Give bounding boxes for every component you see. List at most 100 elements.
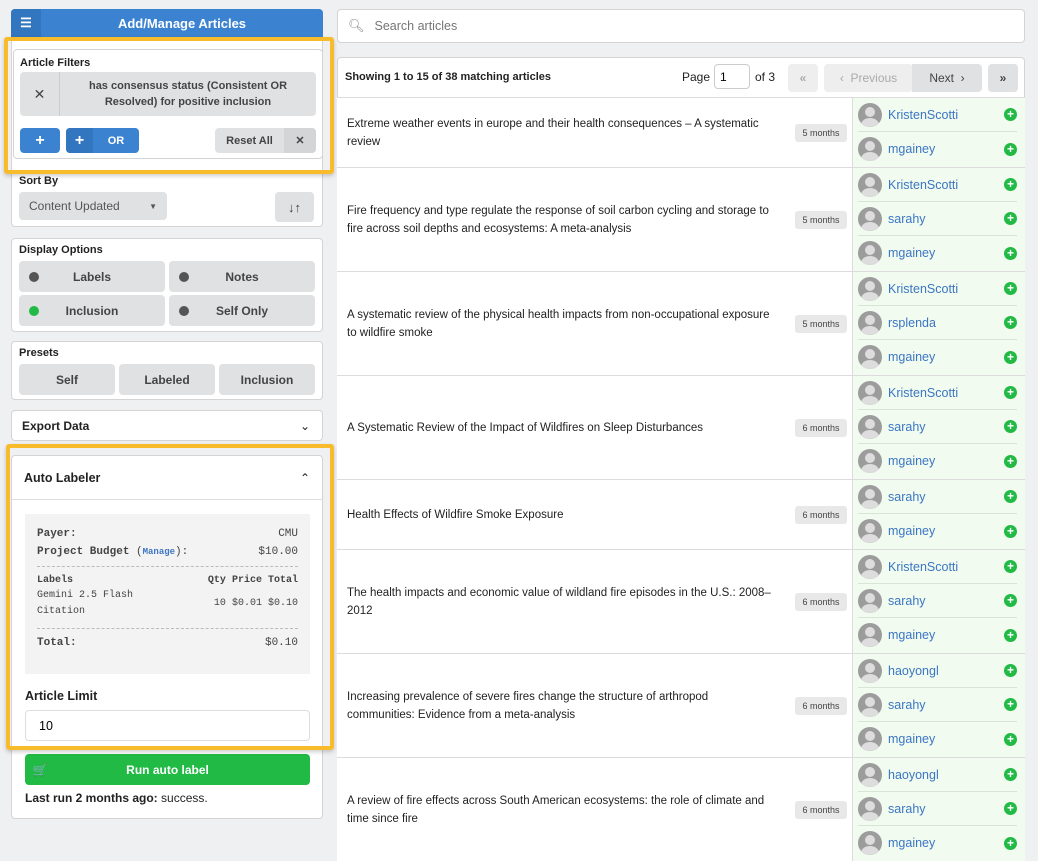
toggle-label: Self Only [215, 303, 268, 318]
plus-circle-icon[interactable]: + [1004, 246, 1017, 260]
user-link[interactable]: KristenScotti [888, 108, 1004, 122]
toggle-label: Notes [225, 269, 259, 284]
user-link[interactable]: mgainey [888, 350, 1004, 364]
user-label-entry: mgainey + [858, 826, 1017, 860]
age-badge: 6 months [795, 506, 847, 524]
plus-circle-icon[interactable]: + [1004, 282, 1017, 295]
article-row[interactable]: Fire frequency and type regulate the res… [337, 167, 1025, 271]
user-link[interactable]: sarahy [888, 420, 1004, 434]
article-title[interactable]: A Systematic Review of the Impact of Wil… [347, 419, 777, 437]
user-link[interactable]: mgainey [888, 142, 1004, 156]
plus-circle-icon[interactable]: + [1004, 768, 1017, 781]
plus-circle-icon[interactable]: + [1004, 628, 1017, 642]
article-title[interactable]: Extreme weather events in europe and the… [347, 115, 777, 151]
search-input[interactable] [374, 19, 1024, 33]
article-row[interactable]: Increasing prevalence of severe fires ch… [337, 653, 1025, 757]
plus-circle-icon[interactable]: + [1004, 732, 1017, 746]
plus-circle-icon[interactable]: + [1004, 802, 1017, 815]
user-link[interactable]: haoyongl [888, 768, 1004, 782]
plus-circle-icon[interactable]: + [1004, 490, 1017, 503]
user-label-entry: sarahy + [858, 688, 1017, 722]
avatar [858, 796, 882, 821]
plus-circle-icon[interactable]: + [1004, 560, 1017, 573]
user-link[interactable]: KristenScotti [888, 178, 1004, 192]
user-label-entry: mgainey + [858, 514, 1017, 548]
user-link[interactable]: sarahy [888, 490, 1004, 504]
user-link[interactable]: KristenScotti [888, 386, 1004, 400]
page-input[interactable] [714, 64, 750, 89]
next-button[interactable]: Next › [912, 64, 982, 92]
plus-circle-icon[interactable]: + [1004, 142, 1017, 156]
plus-circle-icon[interactable]: + [1004, 594, 1017, 607]
toggle-self-only[interactable]: Self Only [169, 295, 315, 326]
plus-circle-icon[interactable]: + [1004, 524, 1017, 538]
search-box[interactable]: 🔍︎ [337, 9, 1025, 43]
article-title[interactable]: A systematic review of the physical heal… [347, 306, 777, 342]
preset-labeled[interactable]: Labeled [119, 364, 215, 395]
user-label-entry: KristenScotti + [858, 550, 1017, 584]
article-row[interactable]: Health Effects of Wildfire Smoke Exposur… [337, 479, 1025, 549]
plus-circle-icon[interactable]: + [1004, 178, 1017, 191]
user-link[interactable]: mgainey [888, 524, 1004, 538]
preset-self[interactable]: Self [19, 364, 115, 395]
article-title[interactable]: Fire frequency and type regulate the res… [347, 202, 777, 238]
user-label-entry: mgainey + [858, 722, 1017, 756]
article-row[interactable]: Extreme weather events in europe and the… [337, 97, 1025, 167]
plus-circle-icon[interactable]: + [1004, 350, 1017, 364]
user-link[interactable]: sarahy [888, 212, 1004, 226]
run-auto-label-button[interactable]: 🛒 Run auto label [25, 754, 310, 785]
article-row[interactable]: The health impacts and economic value of… [337, 549, 1025, 653]
user-link[interactable]: mgainey [888, 246, 1004, 260]
user-link[interactable]: sarahy [888, 594, 1004, 608]
user-link[interactable]: haoyongl [888, 664, 1004, 678]
user-link[interactable]: mgainey [888, 836, 1004, 850]
toggle-notes[interactable]: Notes [169, 261, 315, 292]
chevron-down-icon: ⌄ [299, 418, 310, 433]
article-row[interactable]: A systematic review of the physical heal… [337, 271, 1025, 375]
caret-down-icon: ▼ [149, 201, 157, 211]
plus-circle-icon[interactable]: + [1004, 212, 1017, 225]
plus-circle-icon[interactable]: + [1004, 108, 1017, 121]
user-label-entry: mgainey + [858, 444, 1017, 478]
user-link[interactable]: sarahy [888, 698, 1004, 712]
last-run-status: success. [161, 791, 208, 805]
page-label: Page [682, 70, 711, 84]
toggle-labels[interactable]: Labels [19, 261, 165, 292]
user-link[interactable]: KristenScotti [888, 560, 1004, 574]
user-link[interactable]: mgainey [888, 454, 1004, 468]
user-label-entry: sarahy + [858, 202, 1017, 236]
export-data-accordion[interactable]: Export Data ⌄ [11, 410, 323, 441]
sort-direction-button[interactable]: ↓↑ [275, 192, 314, 222]
user-link[interactable]: rsplenda [888, 316, 1004, 330]
article-title[interactable]: Increasing prevalence of severe fires ch… [347, 688, 777, 724]
user-link[interactable]: mgainey [888, 628, 1004, 642]
list-icon[interactable]: ☰ [11, 9, 41, 37]
export-label: Export Data [22, 418, 90, 433]
user-link[interactable]: sarahy [888, 802, 1004, 816]
plus-circle-icon[interactable]: + [1004, 664, 1017, 677]
plus-circle-icon[interactable]: + [1004, 316, 1017, 329]
article-title[interactable]: A review of fire effects across South Am… [347, 792, 777, 828]
previous-button[interactable]: ‹ Previous [824, 64, 913, 92]
user-label-entry: haoyongl + [858, 654, 1017, 688]
article-title[interactable]: The health impacts and economic value of… [347, 584, 777, 620]
user-label-entry: KristenScotti + [858, 98, 1017, 132]
article-row[interactable]: A review of fire effects across South Am… [337, 757, 1025, 861]
next-label: Next [929, 71, 954, 85]
sort-select[interactable]: Content Updated ▼ [19, 192, 167, 220]
plus-circle-icon[interactable]: + [1004, 386, 1017, 399]
first-page-button[interactable]: « [788, 64, 818, 92]
article-row[interactable]: A Systematic Review of the Impact of Wil… [337, 375, 1025, 479]
user-link[interactable]: mgainey [888, 732, 1004, 746]
toggle-inclusion[interactable]: Inclusion [19, 295, 165, 326]
plus-circle-icon[interactable]: + [1004, 698, 1017, 711]
user-label-entry: mgainey + [858, 236, 1017, 270]
article-title[interactable]: Health Effects of Wildfire Smoke Exposur… [347, 506, 777, 524]
plus-circle-icon[interactable]: + [1004, 420, 1017, 433]
plus-circle-icon[interactable]: + [1004, 454, 1017, 468]
preset-inclusion[interactable]: Inclusion [219, 364, 315, 395]
plus-circle-icon[interactable]: + [1004, 836, 1017, 850]
last-page-button[interactable]: » [988, 64, 1018, 92]
user-label-entry: KristenScotti + [858, 168, 1017, 202]
user-link[interactable]: KristenScotti [888, 282, 1004, 296]
